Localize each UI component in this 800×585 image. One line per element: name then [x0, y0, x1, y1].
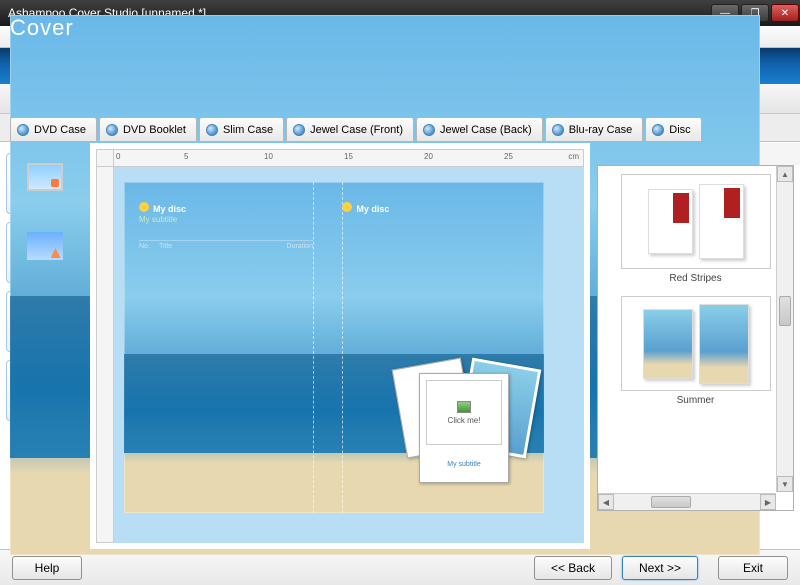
themes-list: Red Stripes Summer ▲ ▼ ◀ ▶	[597, 165, 794, 511]
side-panel: Themes Objects Red Stripes Summer ▲ ▼ ◀ …	[590, 143, 800, 549]
artboard[interactable]: My disc My subtitle My disc No. Title Du…	[114, 167, 584, 543]
sun-icon	[342, 202, 352, 212]
tab-dvd-booklet[interactable]: DVD Booklet	[99, 117, 197, 141]
disc-icon	[293, 124, 305, 136]
ruler-unit: cm	[568, 152, 579, 161]
photo-stack[interactable]: Click me! My subtitle	[399, 363, 529, 493]
image-icon	[27, 163, 63, 191]
disc-icon	[206, 124, 218, 136]
back-subtitle: My subtitle	[139, 215, 177, 224]
back-title[interactable]: My disc My subtitle	[139, 202, 186, 224]
scroll-thumb-h[interactable]	[651, 496, 691, 508]
document-tabs: DVD Case DVD Booklet Slim Case Jewel Cas…	[0, 114, 800, 142]
picture-placeholder-icon	[457, 401, 471, 413]
close-button[interactable]: ✕	[771, 4, 799, 22]
disc-icon	[423, 124, 435, 136]
scroll-left-icon[interactable]: ◀	[598, 494, 614, 510]
help-button[interactable]: Help	[12, 556, 82, 580]
back-button[interactable]: << Back	[534, 556, 612, 580]
vertical-scrollbar[interactable]: ▲ ▼	[776, 166, 793, 492]
ruler-horizontal: 0 5 10 15 20 25 cm	[114, 149, 584, 167]
ruler-corner	[96, 149, 114, 167]
scroll-right-icon[interactable]: ▶	[760, 494, 776, 510]
background-icon	[27, 232, 63, 260]
scroll-down-icon[interactable]: ▼	[777, 476, 793, 492]
tab-bluray[interactable]: Blu-ray Case	[545, 117, 644, 141]
spine-area	[313, 182, 343, 513]
exit-button[interactable]: Exit	[718, 556, 788, 580]
front-title[interactable]: My disc	[342, 202, 389, 214]
tab-slim-case[interactable]: Slim Case	[199, 117, 284, 141]
tab-disc[interactable]: Disc	[645, 117, 701, 141]
disc-icon	[652, 124, 664, 136]
scroll-thumb[interactable]	[779, 296, 791, 326]
track-list[interactable]: No. Title Duration	[139, 240, 313, 300]
disc-icon	[552, 124, 564, 136]
tab-dvd-case[interactable]: DVD Case	[10, 117, 97, 141]
main-area: New Image Background T New Text New Tabl…	[0, 142, 800, 549]
brand-bar: Ashampoo CoverStudio	[0, 48, 800, 84]
cover-layout[interactable]: My disc My subtitle My disc No. Title Du…	[124, 182, 544, 513]
theme-summer[interactable]: Summer	[606, 296, 785, 406]
disc-icon	[106, 124, 118, 136]
click-me-label: Click me!	[448, 416, 481, 425]
ruler-vertical	[96, 167, 114, 543]
disc-icon	[17, 124, 29, 136]
photo-front[interactable]: Click me! My subtitle	[419, 373, 509, 483]
scroll-up-icon[interactable]: ▲	[777, 166, 793, 182]
sun-icon	[139, 202, 149, 212]
next-button[interactable]: Next >>	[622, 556, 698, 580]
tab-jewel-back[interactable]: Jewel Case (Back)	[416, 117, 543, 141]
theme-red-stripes[interactable]: Red Stripes	[606, 174, 785, 284]
horizontal-scrollbar[interactable]: ◀ ▶	[598, 493, 776, 510]
photo-subtitle: My subtitle	[426, 461, 502, 468]
tab-jewel-front[interactable]: Jewel Case (Front)	[286, 117, 414, 141]
canvas-area: 0 5 10 15 20 25 cm My disc My subtitle	[90, 143, 590, 549]
